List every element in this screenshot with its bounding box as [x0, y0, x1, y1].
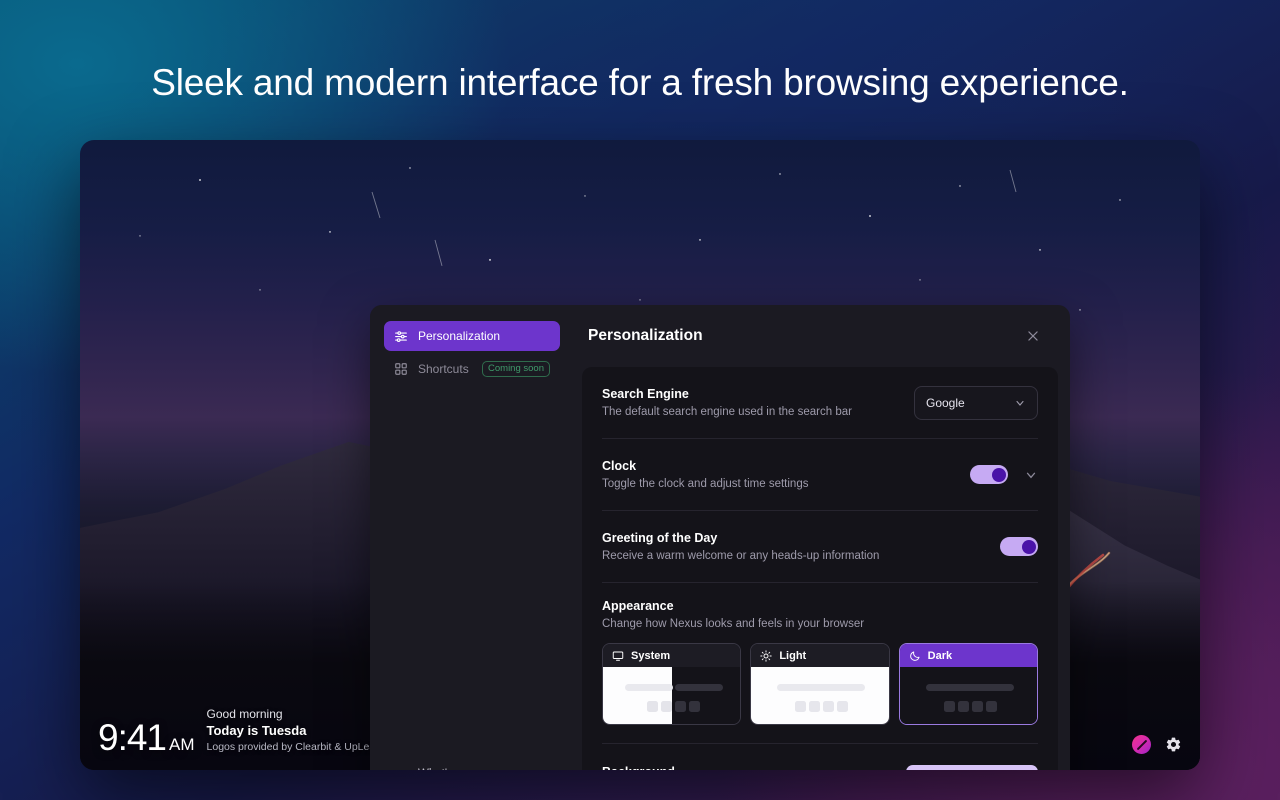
wallpaper-corner-actions: [1132, 735, 1182, 754]
block-icon[interactable]: [1132, 735, 1151, 754]
sidebar-item-label: Shortcuts: [418, 362, 469, 376]
setting-description: The default search engine used in the se…: [602, 406, 852, 418]
theme-card-system[interactable]: System: [602, 643, 742, 725]
setting-text: Background Customize the background imag…: [602, 765, 890, 771]
coming-soon-badge: Coming soon: [482, 361, 550, 377]
setting-description: Toggle the clock and adjust time setting…: [602, 478, 809, 490]
preview-chip: [957, 701, 969, 712]
setting-row-greeting: Greeting of the Day Receive a warm welco…: [602, 511, 1038, 583]
megaphone-icon: [394, 767, 408, 770]
theme-cards: System Light Dark: [602, 643, 1038, 725]
preview-bar: [625, 684, 673, 691]
settings-content-card: Search Engine The default search engine …: [582, 367, 1058, 770]
monitor-icon: [612, 650, 624, 662]
setting-title: Appearance: [602, 599, 674, 613]
preview-chip: [823, 701, 835, 712]
theme-preview-dark: [899, 667, 1037, 724]
grid-icon: [394, 362, 408, 376]
promo-page: Sleek and modern interface for a fresh b…: [0, 0, 1280, 800]
preview-light-half: [603, 667, 672, 724]
change-background-button[interactable]: Change background: [906, 765, 1038, 770]
preview-bar: [675, 684, 723, 691]
page-title: Personalization: [588, 327, 703, 344]
toggle-knob: [991, 467, 1006, 482]
setting-description: Receive a warm welcome or any heads-up i…: [602, 550, 880, 562]
greeting-toggle[interactable]: [1000, 537, 1038, 556]
preview-dark-half: [671, 667, 741, 724]
setting-text: Search Engine The default search engine …: [602, 387, 898, 418]
setting-row-clock: Clock Toggle the clock and adjust time s…: [602, 439, 1038, 511]
sidebar-item-label: What's new: [418, 768, 477, 771]
setting-title: Search Engine: [602, 387, 689, 401]
clock-ampm: AM: [169, 735, 195, 754]
setting-text: Clock Toggle the clock and adjust time s…: [602, 459, 954, 490]
moon-icon: [909, 650, 921, 662]
setting-row-search-engine: Search Engine The default search engine …: [602, 367, 1038, 439]
setting-row-appearance: Appearance Change how Nexus looks and fe…: [602, 583, 1038, 744]
setting-row-background: Background Customize the background imag…: [602, 744, 1038, 770]
preview-chip: [661, 701, 672, 712]
sidebar-item-personalization[interactable]: Personalization: [384, 321, 560, 351]
preview-chip: [647, 701, 658, 712]
preview-chip: [985, 701, 997, 712]
theme-card-light[interactable]: Light: [750, 643, 890, 725]
preview-chip: [809, 701, 821, 712]
setting-title: Background: [602, 765, 890, 771]
preview-chip: [689, 701, 700, 712]
theme-preview-system: [603, 667, 741, 724]
toggle-knob: [1021, 539, 1036, 554]
theme-card-header: System: [603, 644, 741, 667]
gear-icon[interactable]: [1165, 736, 1182, 753]
browser-window: 9:41 AM Good morning Today is Tuesda Logo…: [80, 140, 1200, 770]
preview-chip: [795, 701, 807, 712]
sidebar-item-label: Personalization: [418, 329, 501, 343]
setting-description: Change how Nexus looks and feels in your…: [602, 618, 865, 630]
setting-title: Greeting of the Day: [602, 531, 718, 545]
dialog-sidebar: Personalization Shortcuts Coming soon: [370, 305, 570, 770]
setting-text: Greeting of the Day Receive a warm welco…: [602, 531, 984, 562]
clock-toggle[interactable]: [970, 465, 1008, 484]
preview-surface: [751, 667, 889, 724]
chevron-down-icon: [1014, 397, 1026, 409]
theme-preview-light: [751, 667, 889, 724]
settings-dialog: Personalization Shortcuts Coming soon Pe…: [370, 305, 1070, 770]
theme-card-label: System: [631, 649, 671, 662]
sliders-icon: [394, 329, 408, 343]
sidebar-item-shortcuts[interactable]: Shortcuts Coming soon: [384, 354, 560, 384]
theme-card-header: Light: [751, 644, 889, 667]
promo-headline: Sleek and modern interface for a fresh b…: [151, 62, 1129, 103]
dialog-header: Personalization: [570, 305, 1070, 367]
theme-card-label: Light: [779, 649, 807, 662]
preview-chip: [675, 701, 686, 712]
greeting-text: Good morning: [206, 707, 283, 722]
logo-credit-text: Logos provided by Clearbit & UpLead: [206, 740, 382, 753]
theme-card-header: Dark: [899, 644, 1037, 667]
sidebar-item-whats-new[interactable]: What's new: [384, 760, 560, 770]
sun-icon: [760, 649, 773, 662]
close-icon[interactable]: [1020, 323, 1046, 349]
theme-card-label: Dark: [927, 649, 953, 662]
search-engine-select[interactable]: Google: [914, 385, 1038, 420]
theme-card-dark[interactable]: Dark: [898, 643, 1038, 725]
preview-chip: [837, 701, 849, 712]
preview-chip: [971, 701, 983, 712]
dialog-main: Personalization Search Engine The defaul…: [570, 305, 1070, 770]
preview-surface: [899, 667, 1037, 724]
search-engine-value: Google: [926, 395, 965, 410]
preview-chip: [943, 701, 955, 712]
clock-expand-chevron-icon[interactable]: [1024, 468, 1038, 482]
preview-bar: [925, 684, 1014, 691]
greeting-block: Good morning Today is Tuesda Logos provi…: [207, 706, 382, 756]
clock-time: 9:41 AM: [98, 719, 195, 756]
preview-bar: [777, 684, 866, 691]
setting-title: Clock: [602, 459, 637, 473]
clock-widget: 9:41 AM Good morning Today is Tuesda Logo…: [98, 706, 381, 756]
clock-time-value: 9:41: [98, 717, 167, 758]
greeting-day-text: Today is Tuesda: [206, 723, 307, 739]
